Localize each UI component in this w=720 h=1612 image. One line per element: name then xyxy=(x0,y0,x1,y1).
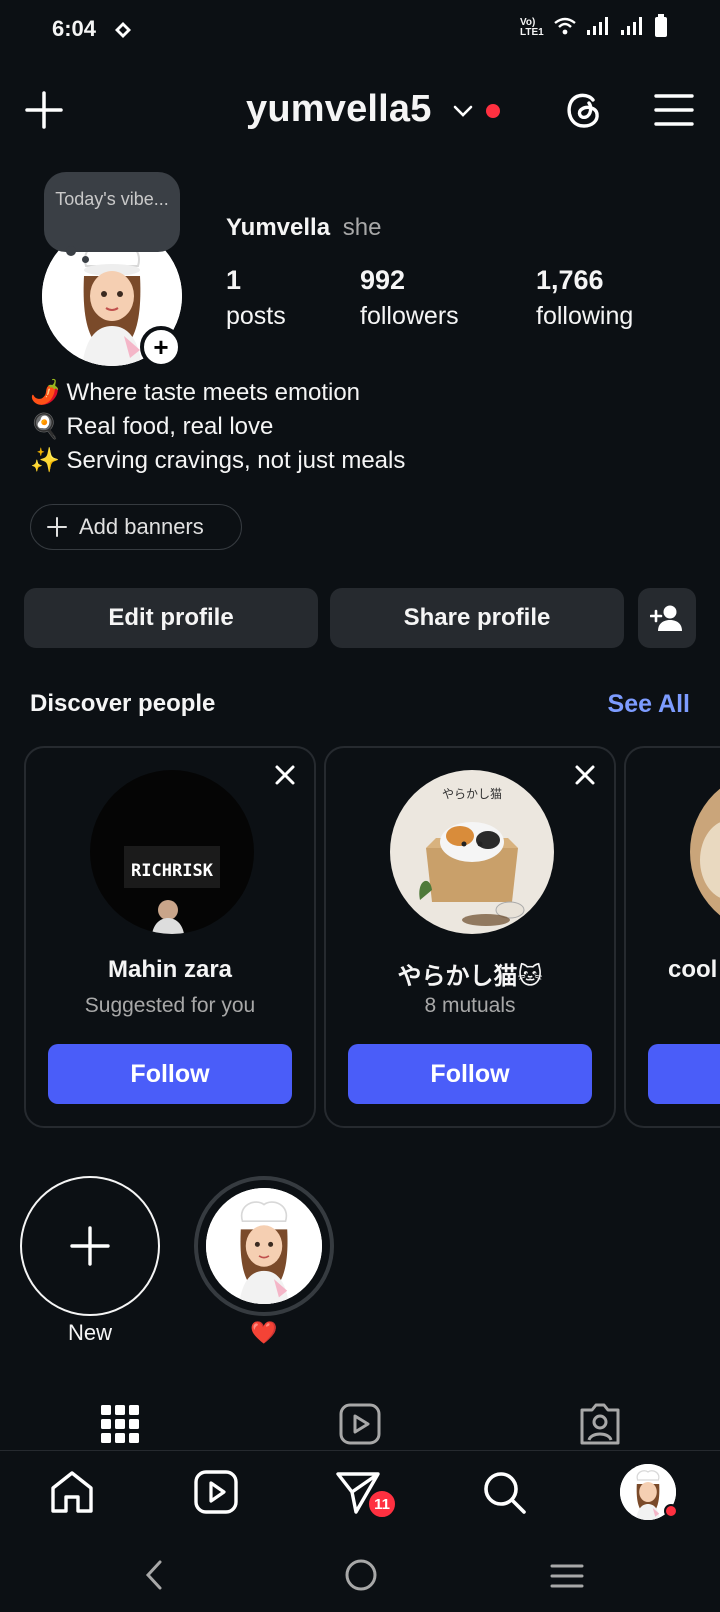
follow-button[interactable]: Follow xyxy=(48,1044,292,1104)
bio-line: ✨ Serving cravings, not just meals xyxy=(30,447,406,474)
reels-icon[interactable] xyxy=(338,1402,382,1446)
suggested-user-card: cool xyxy=(624,746,720,1128)
stat-followers[interactable]: 992 followers xyxy=(360,262,459,334)
bio-line: 🍳 Real food, real love xyxy=(30,413,274,440)
search-icon[interactable] xyxy=(480,1468,528,1516)
add-banners-button[interactable]: Add banners xyxy=(30,504,242,550)
follow-label: Follow xyxy=(130,1059,210,1088)
suggested-user-card: RICHRISK Mahin zara Suggested for you Fo… xyxy=(24,746,316,1128)
signal-icon xyxy=(586,16,610,39)
edit-profile-button[interactable]: Edit profile xyxy=(24,588,318,648)
follow-button[interactable]: Follow xyxy=(348,1044,592,1104)
stat-value: 1 xyxy=(226,265,242,295)
discover-people-title: Discover people xyxy=(30,690,216,717)
messages-badge: 11 xyxy=(366,1488,398,1520)
follow-label: Follow xyxy=(430,1059,510,1088)
reels-icon[interactable] xyxy=(192,1468,240,1516)
suggested-user-card: やらかし猫 やらかし猫🐱 8 mutuals Follow xyxy=(324,746,616,1128)
add-banners-label: Add banners xyxy=(79,514,204,539)
edit-profile-label: Edit profile xyxy=(108,604,234,631)
stat-label: posts xyxy=(226,302,286,330)
add-story-button[interactable]: + xyxy=(140,326,182,368)
status-time: 6:04 xyxy=(52,16,97,41)
suggested-user-name: Mahin zara xyxy=(107,956,233,983)
suggested-user-name: cool xyxy=(668,956,718,983)
suggested-user-avatar[interactable]: やらかし猫 xyxy=(390,770,554,934)
volte-icon: Vo) LTE1 xyxy=(520,16,544,38)
stat-label: following xyxy=(536,302,634,330)
new-highlight-button[interactable] xyxy=(20,1176,160,1316)
stat-posts[interactable]: 1 posts xyxy=(226,262,286,334)
share-profile-button[interactable]: Share profile xyxy=(330,588,624,648)
suggested-user-subtitle: 8 mutuals xyxy=(424,994,516,1017)
grid-icon[interactable] xyxy=(98,1402,142,1446)
pronouns: she xyxy=(342,214,382,241)
stat-label: followers xyxy=(360,302,459,330)
add-person-icon xyxy=(650,605,682,631)
status-icons: Vo) LTE1 xyxy=(520,14,668,41)
notification-dot xyxy=(486,104,500,118)
chevron-down-icon[interactable] xyxy=(452,100,474,122)
suggested-user-avatar[interactable]: RICHRISK xyxy=(90,770,254,934)
account-switcher-title[interactable]: yumvella5 xyxy=(246,88,432,131)
note-bubble[interactable]: Today's vibe... xyxy=(44,172,180,252)
stat-value: 1,766 xyxy=(536,265,604,295)
threads-icon[interactable] xyxy=(562,88,606,132)
dismiss-icon[interactable] xyxy=(272,762,298,788)
gem-icon xyxy=(112,20,134,40)
home-circle-icon[interactable] xyxy=(344,1558,378,1592)
display-name: Yumvella xyxy=(226,214,331,241)
plus-icon xyxy=(47,517,67,537)
discover-people-toggle-button[interactable] xyxy=(638,588,696,648)
highlight-label: New xyxy=(67,1320,112,1345)
profile-name-line: Yumvella she xyxy=(226,214,381,242)
plus-icon: + xyxy=(153,332,169,362)
suggested-user-name: やらかし猫🐱 xyxy=(397,963,543,990)
note-bubble-tail xyxy=(66,246,76,256)
bio-line: 🌶️ Where taste meets emotion xyxy=(30,379,361,406)
follow-button[interactable] xyxy=(648,1044,720,1104)
note-bubble-tail xyxy=(82,256,89,263)
share-profile-label: Share profile xyxy=(403,604,551,631)
highlight-cover[interactable] xyxy=(206,1188,322,1304)
recents-icon[interactable] xyxy=(550,1562,584,1590)
suggested-user-subtitle: Suggested for you xyxy=(84,994,256,1017)
back-icon[interactable] xyxy=(140,1558,170,1592)
create-button[interactable] xyxy=(24,90,64,130)
see-all-link[interactable]: See All xyxy=(608,690,690,719)
menu-icon[interactable] xyxy=(654,92,694,128)
plus-icon xyxy=(70,1226,110,1266)
home-icon[interactable] xyxy=(48,1468,96,1516)
plus-icon xyxy=(25,91,63,129)
battery-icon xyxy=(654,14,668,41)
avatar-text: やらかし猫 xyxy=(442,787,502,801)
suggested-user-avatar[interactable] xyxy=(690,770,720,934)
avatar-text: RICHRISK xyxy=(131,861,214,881)
tagged-icon[interactable] xyxy=(578,1402,622,1446)
notification-dot xyxy=(664,1504,678,1518)
signal-icon xyxy=(620,16,644,39)
dismiss-icon[interactable] xyxy=(572,762,598,788)
highlight-label: ❤️ xyxy=(250,1320,278,1345)
stat-value: 992 xyxy=(360,265,406,295)
bio: 🌶️ Where taste meets emotion 🍳 Real food… xyxy=(30,376,405,478)
wifi-icon xyxy=(554,17,576,38)
stat-following[interactable]: 1,766 following xyxy=(536,262,633,334)
